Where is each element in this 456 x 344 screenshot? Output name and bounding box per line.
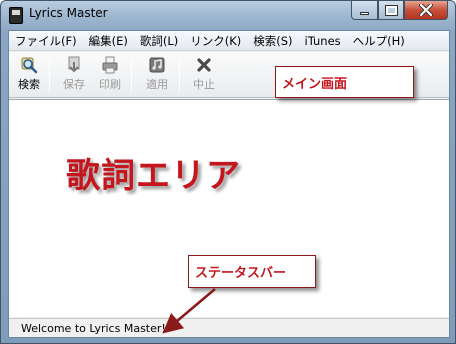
status-bar-arrow xyxy=(162,288,216,334)
